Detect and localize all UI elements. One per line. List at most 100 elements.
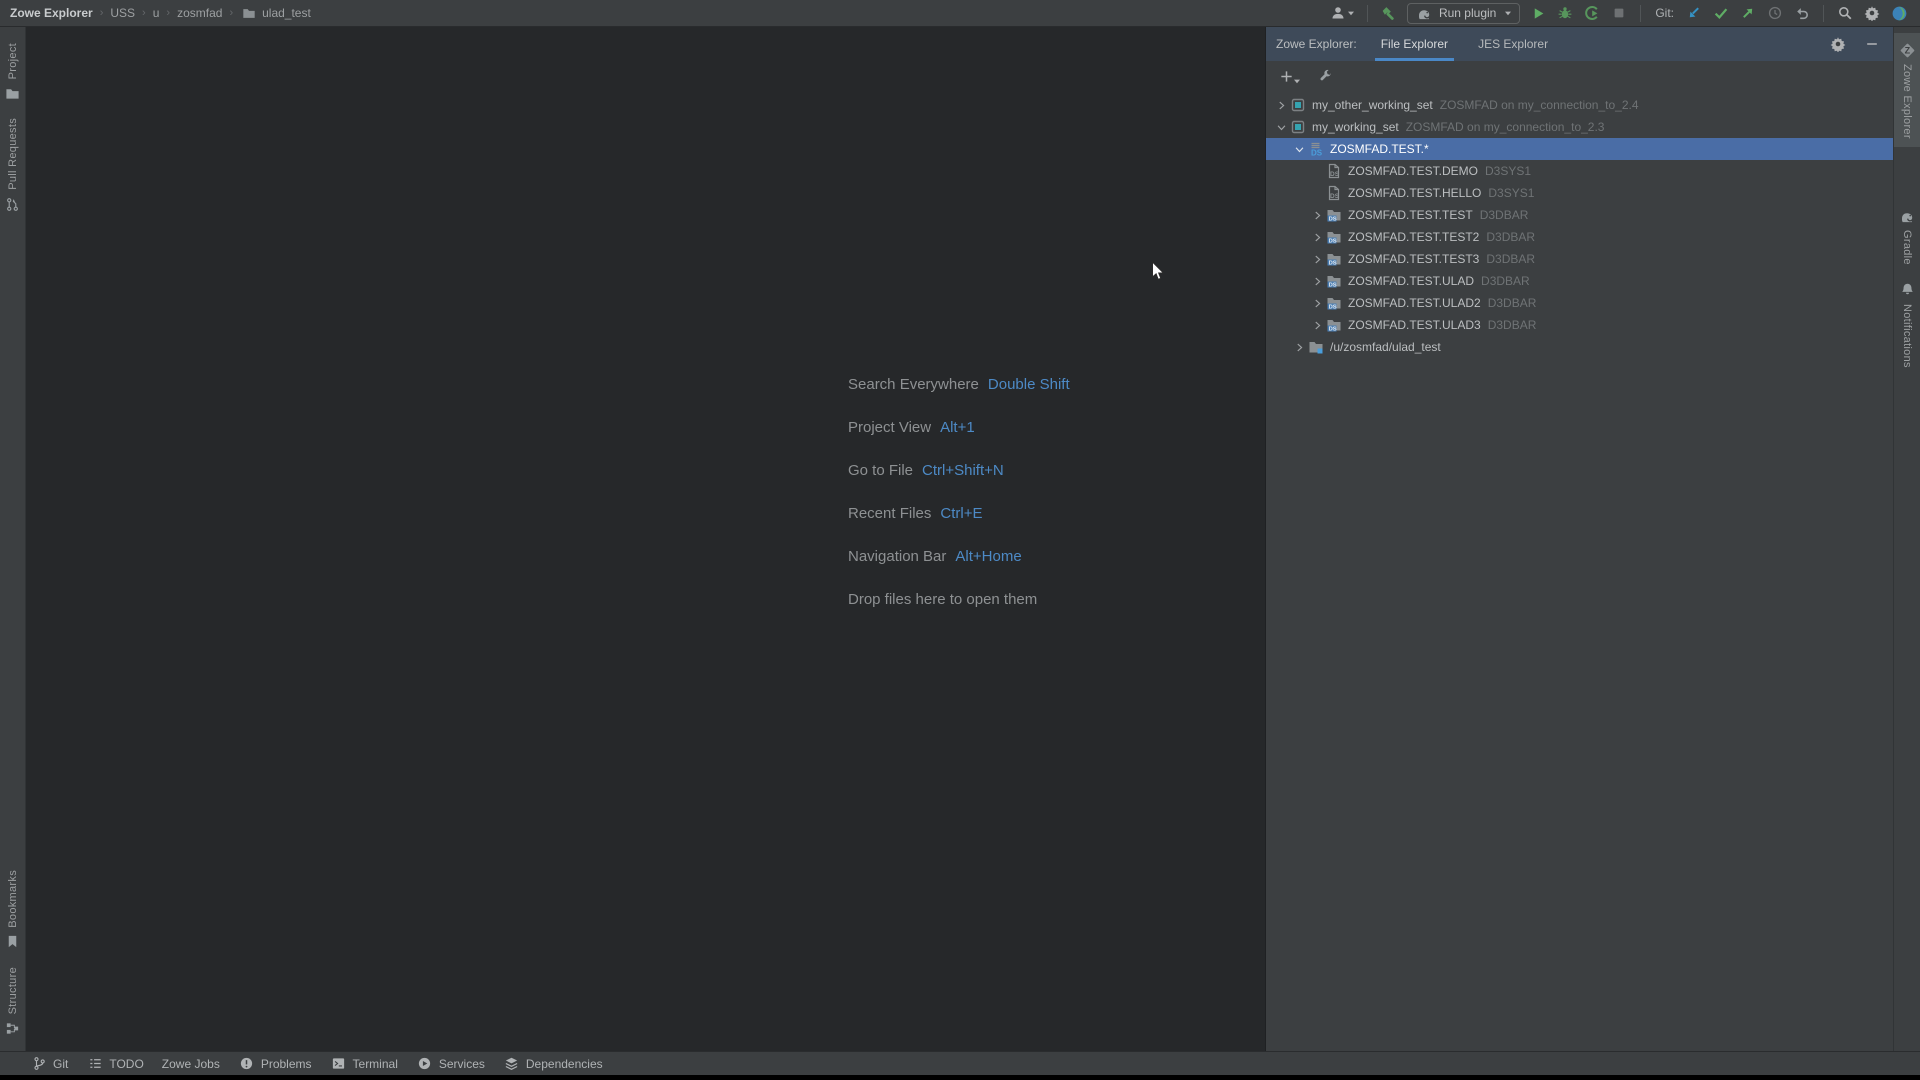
dataset-folder-icon: DS — [1326, 251, 1342, 267]
history-icon[interactable] — [1766, 4, 1784, 22]
plus-icon-button[interactable] — [1277, 67, 1301, 85]
tree-item-detail: D3DBAR — [1488, 296, 1537, 310]
tree-row[interactable]: DSZOSMFAD.TEST.TEST3D3DBAR — [1266, 248, 1893, 270]
sphere-icon[interactable] — [1890, 4, 1908, 22]
shortcut-keystroke: Alt+1 — [940, 419, 975, 436]
chevron-right-icon[interactable] — [1308, 317, 1326, 333]
statusbar-services[interactable]: Services — [416, 1055, 485, 1073]
chevron-right-icon[interactable] — [1308, 295, 1326, 311]
minus-icon[interactable] — [1863, 35, 1881, 53]
statusbar-dependencies[interactable]: Dependencies — [503, 1055, 603, 1073]
tree-row[interactable]: DS ZOSMFAD.TEST.ULAD D3DBAR — [1266, 270, 1893, 292]
profiler-icon[interactable] — [1583, 4, 1601, 22]
tree-row[interactable]: DSZOSMFAD.TEST.TESTD3DBAR — [1266, 204, 1893, 226]
svg-text:DS: DS — [1329, 261, 1337, 267]
tool-window-toolbar — [1266, 61, 1893, 91]
users-icon[interactable] — [1329, 4, 1347, 22]
shortcut-hint-line: Go to FileCtrl+Shift+N — [848, 449, 1070, 492]
shortcut-hint-line: Recent FilesCtrl+E — [848, 492, 1070, 535]
tool-window-header[interactable]: Zowe Explorer: File ExplorerJES Explorer — [1266, 27, 1893, 61]
working-set-icon — [1290, 119, 1306, 135]
toolbar-separator — [1823, 5, 1824, 22]
tool-stripe-button-gradle[interactable]: Gradle — [1894, 199, 1920, 273]
tool-stripe-label: Pull Requests — [7, 118, 19, 190]
wrench-icon-button[interactable] — [1316, 67, 1334, 85]
tree-row[interactable]: DSZOSMFAD.TEST.HELLOD3SYS1 — [1266, 182, 1893, 204]
tool-stripe-label: Notifications — [1901, 304, 1913, 368]
shortcut-hint-line: Search Everywhere Double Shift — [848, 363, 1070, 406]
statusbar-problems[interactable]: Problems — [238, 1055, 312, 1073]
tree-row[interactable]: /u/zosmfad/ulad_test — [1266, 336, 1893, 358]
svg-text:DS: DS — [1329, 239, 1337, 245]
tree-item-name: ZOSMFAD.TEST.TEST3 — [1348, 252, 1479, 266]
stop-icon[interactable] — [1610, 4, 1628, 22]
git-update-icon[interactable] — [1685, 4, 1703, 22]
chevron-right-icon[interactable] — [1308, 229, 1326, 245]
dataset-folder-icon: DS — [1326, 273, 1342, 289]
tool-stripe-button-pull-requests[interactable]: Pull Requests — [0, 110, 25, 221]
breadcrumb-item[interactable]: ulad_test — [240, 4, 311, 22]
tree-row[interactable]: my_working_setZOSMFAD on my_connection_t… — [1266, 116, 1893, 138]
tree-item-name: ZOSMFAD.TEST.HELLO — [1348, 186, 1481, 200]
breadcrumb-item[interactable]: zosmfad — [177, 6, 222, 20]
shortcut-keystroke: Double Shift — [988, 376, 1070, 393]
breadcrumb-item[interactable]: u — [153, 6, 160, 20]
breadcrumb-item[interactable]: USS — [110, 6, 135, 20]
breadcrumb-item[interactable]: Zowe Explorer — [10, 6, 93, 20]
chevron-right-icon[interactable] — [1290, 339, 1308, 355]
tab-jes-explorer[interactable]: JES Explorer — [1476, 27, 1550, 61]
hammer-icon[interactable] — [1380, 4, 1398, 22]
statusbar-todo[interactable]: TODO — [86, 1055, 143, 1073]
statusbar-terminal[interactable]: Terminal — [330, 1055, 398, 1073]
run-configuration-label: Run plugin — [1439, 6, 1496, 20]
statusbar-git[interactable]: Git — [30, 1055, 68, 1073]
chevron-right-icon[interactable] — [1308, 273, 1326, 289]
tree-row[interactable]: my_other_working_setZOSMFAD on my_connec… — [1266, 94, 1893, 116]
tool-stripe-button-bookmarks[interactable]: Bookmarks — [0, 862, 25, 959]
svg-text:DS: DS — [1330, 171, 1340, 178]
statusbar-label: Problems — [261, 1057, 312, 1071]
editor-shortcut-hints: Search EverywhereDouble ShiftProject Vie… — [848, 363, 1070, 621]
left-stripe-bottom: BookmarksStructure — [0, 862, 25, 1045]
file-explorer-tree: my_other_working_setZOSMFAD on my_connec… — [1266, 91, 1893, 358]
tree-row[interactable]: DSZOSMFAD.TEST.* — [1266, 138, 1893, 160]
tree-row[interactable]: DSZOSMFAD.TEST.ULAD3D3DBAR — [1266, 314, 1893, 336]
tool-window-header-actions — [1829, 35, 1881, 53]
tool-stripe-button-notifications[interactable]: Notifications — [1894, 273, 1920, 376]
statusbar-label: Zowe Jobs — [162, 1057, 220, 1071]
tree-item-name: ZOSMFAD.TEST.ULAD — [1348, 274, 1474, 288]
statusbar-zowe-jobs[interactable]: Zowe Jobs — [162, 1057, 220, 1071]
tool-stripe-button-project[interactable]: Project — [0, 35, 25, 110]
tab-file-explorer[interactable]: File Explorer — [1379, 27, 1450, 61]
chevron-right-icon[interactable] — [1272, 97, 1290, 113]
uss-folder-icon — [1308, 339, 1324, 355]
svg-text:DS: DS — [1329, 327, 1337, 333]
structure-icon — [4, 1019, 22, 1037]
tool-stripe-button-zowe-explorer[interactable]: ZZowe Explorer — [1894, 33, 1920, 147]
right-tool-stripe: ZZowe Explorer Gradle Notifications — [1893, 27, 1920, 1051]
tree-row[interactable]: DSZOSMFAD.TEST.DEMOD3SYS1 — [1266, 160, 1893, 182]
settings-icon[interactable] — [1829, 35, 1847, 53]
search-icon[interactable] — [1836, 4, 1854, 22]
shortcut-action-label: Search Everywhere — [848, 376, 979, 393]
run-icon[interactable] — [1529, 4, 1547, 22]
chevron-down-icon[interactable] — [1272, 119, 1290, 135]
statusbar-label: TODO — [109, 1057, 143, 1071]
chevron-right-icon[interactable] — [1308, 251, 1326, 267]
debug-icon[interactable] — [1556, 4, 1574, 22]
rollback-icon[interactable] — [1793, 4, 1811, 22]
statusbar-label: Terminal — [353, 1057, 398, 1071]
git-commit-icon[interactable] — [1712, 4, 1730, 22]
chevron-right-icon[interactable] — [1308, 207, 1326, 223]
users-icon-button[interactable] — [1329, 4, 1355, 22]
tree-item-name: ZOSMFAD.TEST.ULAD2 — [1348, 296, 1481, 310]
settings-icon[interactable] — [1863, 4, 1881, 22]
tree-row[interactable]: DSZOSMFAD.TEST.TEST2D3DBAR — [1266, 226, 1893, 248]
chevron-down-icon[interactable] — [1290, 141, 1308, 157]
todo-icon — [86, 1055, 104, 1073]
tree-row[interactable]: DSZOSMFAD.TEST.ULAD2D3DBAR — [1266, 292, 1893, 314]
tool-stripe-button-structure[interactable]: Structure — [0, 959, 25, 1045]
tree-item-detail: D3DBAR — [1481, 274, 1530, 288]
git-push-icon[interactable] — [1739, 4, 1757, 22]
run-configuration-select[interactable]: Run plugin — [1407, 3, 1520, 24]
